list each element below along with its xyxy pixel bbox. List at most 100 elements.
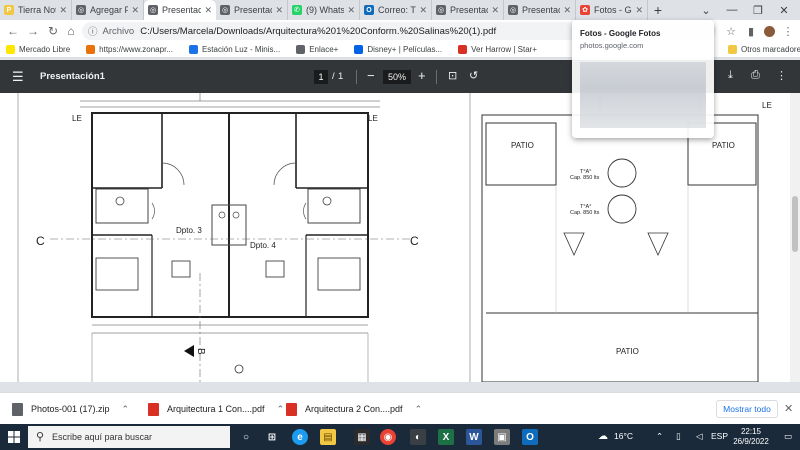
zoom-level-input[interactable]: 50% xyxy=(383,70,411,84)
zoom-out-button[interactable]: − xyxy=(367,68,375,83)
tab-strip: PTierra Noti✕◎Agregar Pa✕◎Presentaci✕◎Pr… xyxy=(0,0,800,20)
taskbar-search-input[interactable]: ⚲ Escribe aquí para buscar xyxy=(28,426,230,448)
download-item[interactable]: Arquitectura 1 Con....pdf ⌃ xyxy=(148,401,284,417)
other-bookmarks[interactable]: Otros marcadores xyxy=(728,45,800,54)
bookmark-star-button[interactable]: ☆ xyxy=(722,22,740,40)
browser-tab[interactable]: ◎ Presentaci ✕ xyxy=(144,0,216,20)
pdf-file-icon xyxy=(286,402,297,416)
new-tab-button[interactable]: + xyxy=(648,0,668,20)
download-filename: Photos-001 (17).zip xyxy=(31,404,110,414)
info-icon: ⓘ xyxy=(88,27,98,38)
browser-tab[interactable]: P Tierra Noti ✕ xyxy=(0,0,72,20)
folder-icon xyxy=(728,45,737,54)
tab-close-icon[interactable]: ✕ xyxy=(204,5,212,16)
more-options-icon[interactable]: ⋮ xyxy=(776,69,787,82)
zoom-in-button[interactable]: + xyxy=(418,68,426,83)
download-icon[interactable]: ⤓ xyxy=(728,69,733,82)
tab-close-icon[interactable]: ✕ xyxy=(491,5,499,16)
download-item[interactable]: Photos-001 (17).zip ⌃ xyxy=(12,401,129,417)
section-c-right: C xyxy=(410,234,419,248)
page-number-input[interactable]: 1 xyxy=(314,70,328,84)
browser-tab[interactable]: ◎ Presentaci ✕ xyxy=(432,0,504,20)
network-icon[interactable]: ▯ xyxy=(676,431,681,442)
chevron-up-icon[interactable]: ⌃ xyxy=(277,404,285,415)
bookmark-item[interactable]: Mercado Libre xyxy=(6,45,70,54)
bookmark-label: Estación Luz - Minis... xyxy=(201,45,281,54)
weather-icon[interactable]: ☁ xyxy=(598,431,608,442)
store-icon[interactable]: ▦ xyxy=(354,429,370,445)
chevron-up-icon[interactable]: ⌃ xyxy=(415,404,423,415)
browser-tab[interactable]: O Correo: Tie✕ xyxy=(360,0,432,20)
close-window-button[interactable]: ✕ xyxy=(768,0,800,20)
tab-favicon-icon: O xyxy=(364,5,374,15)
browser-tab[interactable]: ◎ Agregar Pa✕ xyxy=(72,0,144,20)
chevron-up-icon[interactable]: ⌃ xyxy=(122,404,130,415)
tab-close-icon[interactable]: ✕ xyxy=(635,5,643,16)
pdf-file-icon xyxy=(148,402,159,416)
download-filename: Arquitectura 1 Con....pdf xyxy=(167,404,265,414)
tab-close-icon[interactable]: ✕ xyxy=(59,5,67,16)
close-downloads-icon[interactable]: ✕ xyxy=(784,402,793,415)
bookmark-item[interactable]: Disney+ | Películas... xyxy=(354,45,442,54)
bookmark-item[interactable]: Enlace+ xyxy=(296,45,338,54)
tray-overflow-icon[interactable]: ⌃ xyxy=(656,431,663,442)
forward-arrow-icon: → xyxy=(27,24,39,38)
tab-close-icon[interactable]: ✕ xyxy=(275,5,283,16)
pdf-scroll-thumb[interactable] xyxy=(792,196,798,252)
fit-page-icon[interactable]: ⊡ xyxy=(448,69,457,82)
browser-tab[interactable]: ✿ Fotos - Go ✕ xyxy=(576,0,648,20)
notifications-icon[interactable]: ▭ xyxy=(784,431,792,442)
system-clock[interactable]: 22:15 26/9/2022 xyxy=(726,427,776,447)
profile-avatar[interactable] xyxy=(760,22,778,40)
outlook-icon[interactable]: O xyxy=(522,429,538,445)
download-item[interactable]: Arquitectura 2 Con....pdf ⌃ xyxy=(286,401,422,417)
forward-button[interactable]: → xyxy=(24,22,42,40)
file-explorer-icon[interactable]: ▤ xyxy=(320,429,336,445)
chrome-icon[interactable]: ◉ xyxy=(380,429,396,445)
hover-card-preview xyxy=(580,62,706,128)
browser-tab[interactable]: ✆ (9) Whats ✕ xyxy=(288,0,360,20)
document-title: Presentación1 xyxy=(40,71,105,82)
bookmark-item[interactable]: Ver Harrow | Star+ xyxy=(458,45,537,54)
browser-tab[interactable]: ◎ Presentaci ✕ xyxy=(504,0,576,20)
bookmark-label: Ver Harrow | Star+ xyxy=(471,45,538,54)
tab-list: PTierra Noti✕◎Agregar Pa✕◎Presentaci✕◎Pr… xyxy=(0,0,648,20)
back-arrow-icon: ← xyxy=(7,24,19,38)
tab-close-icon[interactable]: ✕ xyxy=(347,5,355,16)
print-icon[interactable]: ⎙ xyxy=(751,69,760,82)
tab-close-icon[interactable]: ✕ xyxy=(131,5,139,16)
bookmark-label: https://www.zonapr... xyxy=(99,45,173,54)
section-b-label: B xyxy=(195,348,206,355)
back-button[interactable]: ← xyxy=(4,22,22,40)
temperature[interactable]: 16°C xyxy=(614,431,633,441)
edge-icon[interactable]: e xyxy=(292,429,308,445)
side-panel-icon: ▮ xyxy=(747,25,755,38)
rotate-icon[interactable]: ↺ xyxy=(469,69,478,82)
reload-button[interactable]: ↻ xyxy=(44,22,62,40)
browser-tab[interactable]: ◎ Presentaci ✕ xyxy=(216,0,288,20)
tab-close-icon[interactable]: ✕ xyxy=(563,5,571,16)
side-panel-button[interactable]: ▮ xyxy=(742,22,760,40)
volume-icon[interactable]: ◁ xyxy=(696,431,703,442)
tab-close-icon[interactable]: ✕ xyxy=(419,5,427,16)
task-view-icon[interactable]: ○ xyxy=(238,429,254,445)
patio-right-label: PATIO xyxy=(712,141,735,150)
kebab-menu-icon: ⋮ xyxy=(782,25,794,38)
show-all-downloads-button[interactable]: Mostrar todo xyxy=(716,400,778,418)
photos-icon[interactable]: ▣ xyxy=(494,429,510,445)
hamburger-menu-icon[interactable]: ☰ xyxy=(12,69,24,85)
word-icon[interactable]: W xyxy=(466,429,482,445)
bookmark-item[interactable]: https://www.zonapr... xyxy=(86,45,173,54)
widgets-icon[interactable]: ⊞ xyxy=(264,429,280,445)
tab-title: Presentaci xyxy=(450,5,489,15)
tab-favicon-icon: ◎ xyxy=(148,5,158,15)
browser-menu-button[interactable]: ⋮ xyxy=(780,22,796,40)
tab-favicon-icon: ◎ xyxy=(76,5,86,15)
tab-title: Agregar Pa xyxy=(90,5,128,15)
app-icon[interactable]: ◐ xyxy=(410,429,426,445)
bookmark-item[interactable]: Estación Luz - Minis... xyxy=(188,45,281,54)
tab-favicon-icon: P xyxy=(4,5,14,15)
home-button[interactable]: ⌂ xyxy=(62,22,80,40)
windows-start-icon[interactable] xyxy=(8,431,20,443)
excel-icon[interactable]: X xyxy=(438,429,454,445)
